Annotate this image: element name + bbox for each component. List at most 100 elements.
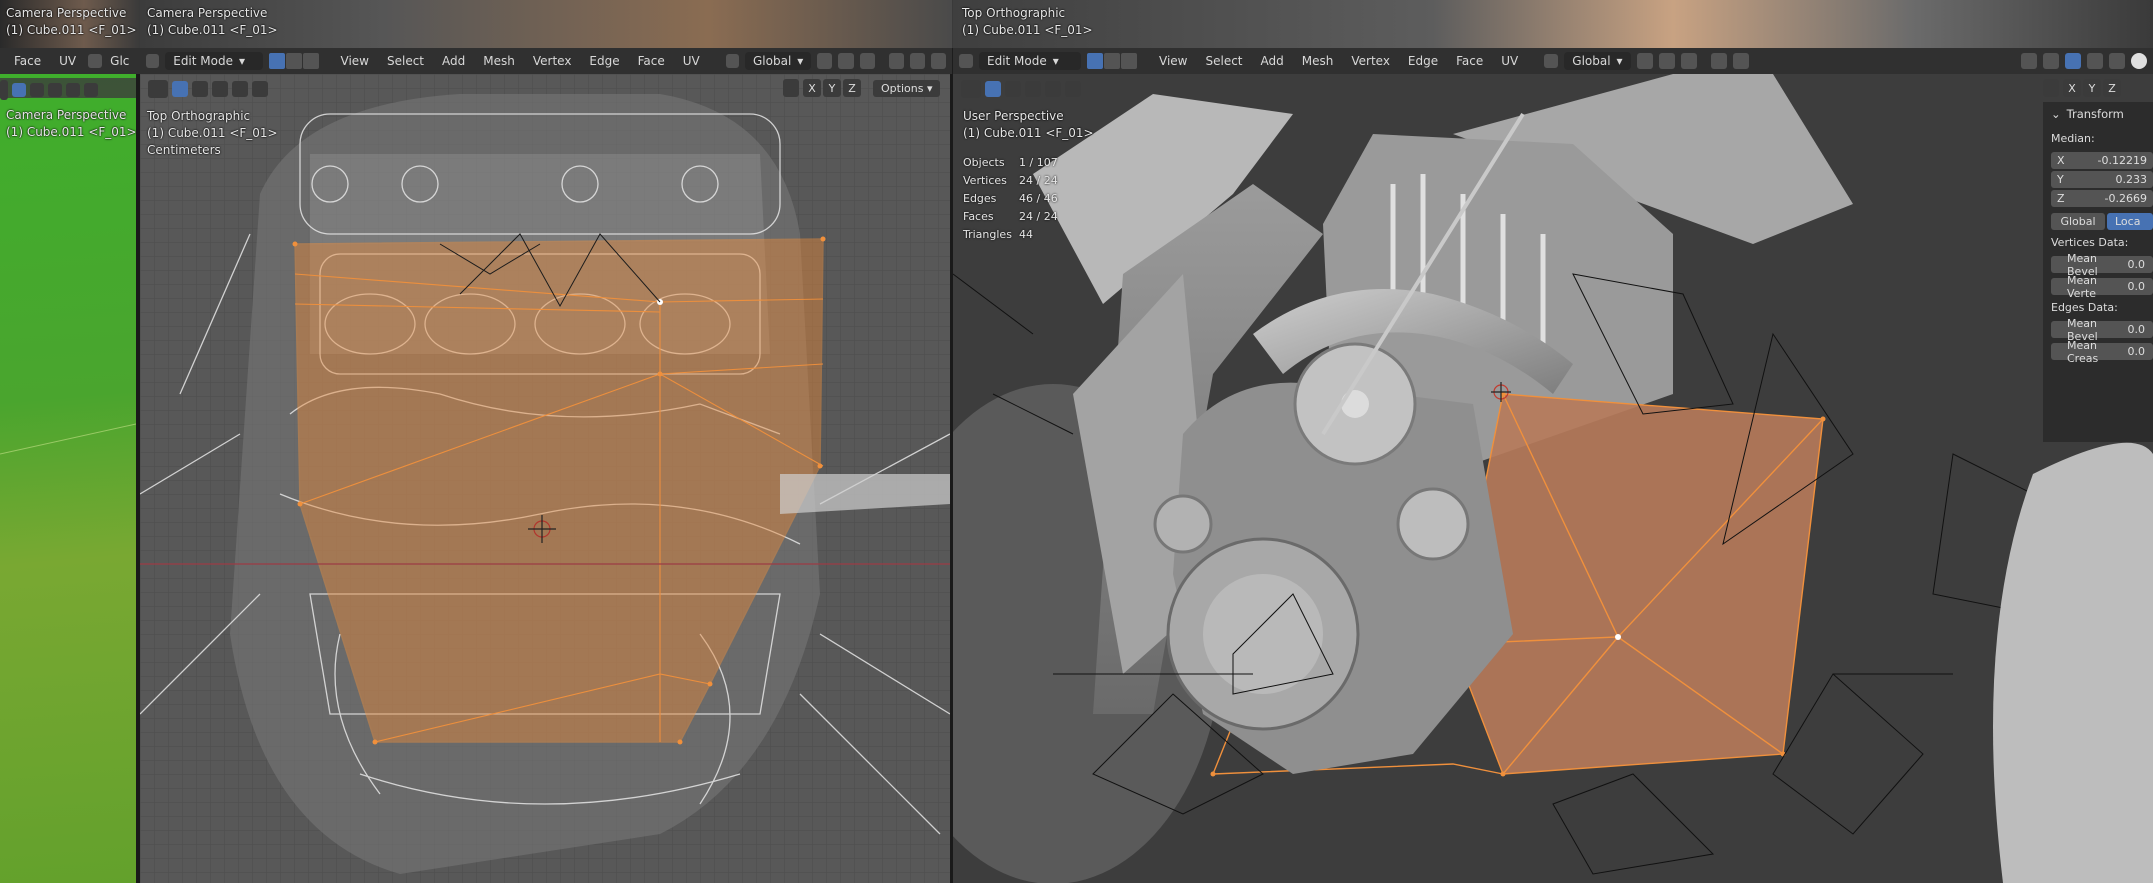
orientation-dropdown-right[interactable]: Global ▾ (1564, 52, 1631, 70)
select-mode-buttons-mid[interactable] (268, 53, 319, 69)
menu-edge-mid[interactable]: Edge (583, 54, 625, 68)
snap-target-icon[interactable] (1680, 53, 1697, 69)
menu-uv-right[interactable]: UV (1495, 54, 1524, 68)
top-strip: Camera Perspective (1) Cube.011 <F_01> C… (0, 0, 2153, 48)
transform-header[interactable]: ⌄ Transform (2043, 102, 2153, 126)
solid-shading-icon[interactable] (2131, 53, 2147, 69)
stat-label: Objects (963, 156, 1005, 169)
face-select-icon[interactable] (1121, 53, 1137, 69)
editor-type-icon[interactable] (959, 54, 973, 68)
menu-view-right[interactable]: View (1153, 54, 1193, 68)
falloff-icon[interactable] (909, 53, 925, 69)
select-mode-buttons-right[interactable] (1087, 53, 1137, 69)
face-select-icon[interactable] (302, 53, 319, 69)
menu-face-left[interactable]: Face (8, 54, 47, 68)
mirror-icon[interactable] (783, 79, 799, 97)
select-mode-new-icon[interactable] (172, 81, 188, 97)
menu-mesh-mid[interactable]: Mesh (477, 54, 521, 68)
editor-type-icon[interactable] (146, 54, 160, 68)
select-mode-invert-icon[interactable] (232, 81, 248, 97)
mean-bevel-edge-field[interactable]: Mean Bevel 0.0 (2051, 317, 2153, 343)
falloff-icon[interactable] (1732, 53, 1749, 69)
viewport-mid[interactable]: X Y Z Options ▾ Top Orthographic (1) Cub… (140, 74, 950, 883)
snap-target-icon[interactable] (859, 53, 875, 69)
menu-vertex-right[interactable]: Vertex (1345, 54, 1396, 68)
mean-crease-field[interactable]: Mean Creas 0.0 (2051, 339, 2153, 365)
select-box-icon[interactable] (148, 80, 168, 98)
menu-add-mid[interactable]: Add (436, 54, 471, 68)
global-toggle[interactable]: Global (2051, 213, 2105, 230)
select-mode-extend-icon[interactable] (192, 81, 208, 97)
menu-view-mid[interactable]: View (335, 54, 375, 68)
stat-value: 44 (1019, 228, 1033, 241)
edge-select-icon[interactable] (285, 53, 302, 69)
axis-y-toggle[interactable]: Y (823, 79, 841, 97)
menu-vertex-mid[interactable]: Vertex (527, 54, 578, 68)
orientation-dropdown-mid[interactable]: Global ▾ (745, 52, 812, 70)
vertex-select-icon[interactable] (1087, 53, 1103, 69)
mean-vertex-crease-field[interactable]: Mean Verte 0.0 (2051, 274, 2153, 300)
pivot-icon[interactable] (817, 53, 833, 69)
overlay-icon[interactable] (2065, 53, 2081, 69)
menu-uv-mid[interactable]: UV (677, 54, 706, 68)
field-value: 0.0 (2127, 258, 2146, 271)
edge-select-icon[interactable] (1104, 53, 1120, 69)
visibility-icon[interactable] (2021, 53, 2037, 69)
menu-edge-right[interactable]: Edge (1402, 54, 1444, 68)
median-x-field[interactable]: X -0.12219 (2051, 152, 2153, 169)
visibility-icon[interactable] (930, 53, 947, 69)
median-y-field[interactable]: Y 0.233 (2051, 171, 2153, 188)
menu-face-right[interactable]: Face (1450, 54, 1489, 68)
select-box-icon[interactable] (961, 80, 981, 98)
pivot-icon[interactable] (1636, 53, 1653, 69)
menu-add-right[interactable]: Add (1255, 54, 1290, 68)
transform-icon[interactable] (88, 54, 103, 68)
snap-icon[interactable] (1658, 53, 1675, 69)
mode-dropdown-right[interactable]: Edit Mode ▾ (979, 52, 1081, 70)
axis-x-toggle[interactable]: X (803, 79, 821, 97)
axis-z-toggle[interactable]: Z (2103, 79, 2121, 97)
sidebar-n-panel: ⌄ Transform Median: X -0.12219 Y 0.233 Z -0.… (2043, 102, 2153, 442)
top-strip-right-view (953, 0, 2153, 48)
wireframe-shading-icon[interactable] (2109, 53, 2125, 69)
proportional-edit-icon[interactable] (1710, 53, 1727, 69)
chevron-down-icon: ⌄ (2051, 107, 2061, 121)
menu-select-mid[interactable]: Select (381, 54, 430, 68)
proportional-edit-icon[interactable] (888, 53, 904, 69)
axis-label: Y (2057, 173, 2064, 186)
options-button[interactable]: Options ▾ (873, 79, 941, 97)
axis-x-toggle[interactable]: X (2063, 79, 2081, 97)
orientation-partial[interactable]: Glc (108, 54, 131, 68)
local-toggle[interactable]: Loca (2107, 213, 2153, 230)
options-label: Options (881, 81, 924, 95)
select-mode-subtract-icon[interactable] (212, 81, 228, 97)
top-left-main-title: Camera Perspective (147, 6, 268, 20)
stat-row: Edges 46 / 46 (963, 190, 1058, 208)
mean-bevel-vertex-field[interactable]: Mean Bevel 0.0 (2051, 252, 2153, 278)
select-mode-new-icon[interactable] (985, 81, 1001, 97)
select-mode-invert-icon[interactable] (1045, 81, 1061, 97)
xray-icon[interactable] (2087, 53, 2103, 69)
stat-label: Edges (963, 192, 997, 205)
menu-uv-left[interactable]: UV (53, 54, 82, 68)
select-mode-extend-icon[interactable] (1005, 81, 1021, 97)
orientation-label-mid: Global (753, 54, 792, 68)
chevron-down-icon: ▾ (1052, 54, 1059, 68)
menu-face-mid[interactable]: Face (632, 54, 671, 68)
axis-y-toggle[interactable]: Y (2083, 79, 2101, 97)
top-left-small-title: Camera Perspective (6, 6, 127, 20)
snap-icon[interactable] (838, 53, 854, 69)
select-mode-intersect-icon[interactable] (252, 81, 268, 97)
select-mode-intersect-icon[interactable] (1065, 81, 1081, 97)
axis-z-toggle[interactable]: Z (843, 79, 861, 97)
vertex-select-icon[interactable] (268, 53, 285, 69)
mode-dropdown-mid[interactable]: Edit Mode ▾ (165, 52, 263, 70)
viewport-right[interactable]: X Y Z User Perspective (1) Cube.011 <F_0… (953, 74, 2153, 883)
viewport-left[interactable]: Camera Perspective (1) Cube.011 <F_01> (0, 74, 136, 883)
select-mode-subtract-icon[interactable] (1025, 81, 1041, 97)
menu-select-right[interactable]: Select (1199, 54, 1248, 68)
median-z-field[interactable]: Z -0.2669 (2051, 190, 2153, 207)
gizmo-icon[interactable] (2043, 53, 2059, 69)
menu-mesh-right[interactable]: Mesh (1296, 54, 1340, 68)
mirror-icon[interactable] (2043, 79, 2059, 97)
